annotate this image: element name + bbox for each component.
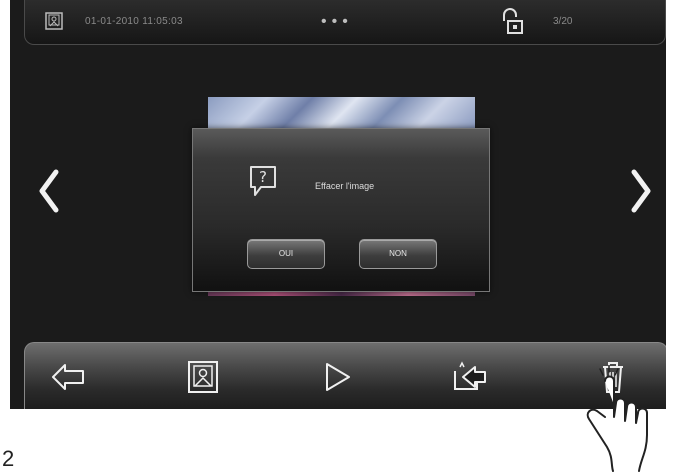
svg-text:?: ? [259, 168, 267, 186]
back-arrow-icon[interactable] [49, 359, 89, 395]
gallery-icon [45, 12, 63, 30]
delete-confirm-dialog: ? Effacer l'image OUI NON [192, 128, 490, 292]
gallery-icon[interactable] [183, 359, 223, 395]
play-icon[interactable] [317, 359, 357, 395]
datetime-label: 01-01-2010 11:05:03 [85, 16, 183, 27]
dialog-message: Effacer l'image [315, 181, 375, 191]
bottom-toolbar [24, 342, 666, 409]
question-bubble-icon: ? [250, 166, 276, 196]
photo-preview-top [208, 97, 475, 131]
device-screen: 01-01-2010 11:05:03 ••• 3/20 ? Effacer l… [10, 0, 666, 409]
page-indicator: ••• [321, 13, 353, 30]
export-icon[interactable] [451, 359, 491, 395]
status-bar: 01-01-2010 11:05:03 ••• 3/20 [24, 0, 666, 45]
chevron-left-icon[interactable] [36, 168, 62, 214]
yes-button[interactable]: OUI [247, 239, 325, 269]
no-button[interactable]: NON [359, 239, 437, 269]
figure-page-number: 2 [2, 446, 15, 471]
pointing-hand-icon [586, 365, 648, 472]
chevron-right-icon[interactable] [628, 168, 654, 214]
image-counter: 3/20 [553, 16, 573, 27]
unlock-icon [503, 8, 523, 34]
